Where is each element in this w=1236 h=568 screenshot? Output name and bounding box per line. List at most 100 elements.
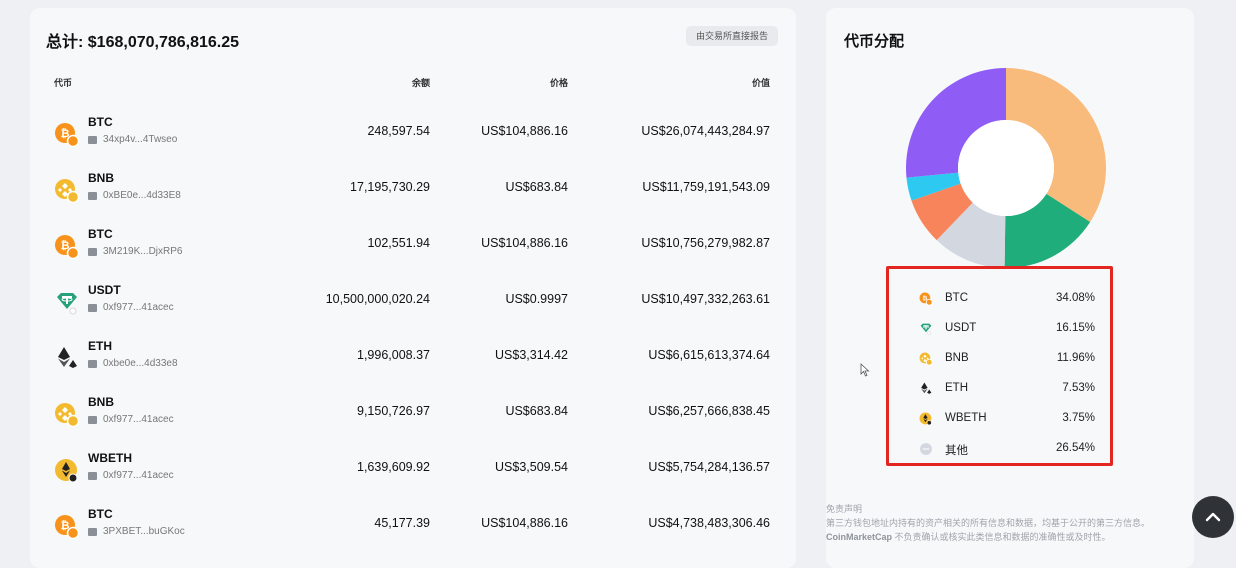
value-cell: US$11,759,191,543.09 xyxy=(642,180,770,194)
balance-cell: 45,177.39 xyxy=(374,516,430,530)
table-row[interactable]: ₿ BTC 34xp4v...4Twseo 248,597.54 US$104,886.… xyxy=(30,108,796,164)
legend-item[interactable]: ETH 7.53% xyxy=(919,379,1109,399)
value-cell: US$4,738,483,306.46 xyxy=(648,516,770,530)
legend-item[interactable]: USDT 16.15% xyxy=(919,319,1109,339)
legend-name: BTC xyxy=(945,292,968,304)
column-header-price[interactable]: 价格 xyxy=(550,76,568,89)
table-row[interactable]: ₿ BTC 3M219K...DjxRP6 102,551.94 US$104,886.… xyxy=(30,220,796,276)
donut-hole xyxy=(958,120,1054,216)
exchange-report-badge[interactable]: 由交易所直接报告 xyxy=(685,26,778,46)
value-cell: US$10,756,279,982.87 xyxy=(641,236,770,250)
wallet-icon xyxy=(88,527,97,536)
eth-icon xyxy=(919,382,933,396)
wallet-address-text: 3PXBET...buGKoc xyxy=(103,526,185,537)
price-cell: US$104,886.16 xyxy=(481,236,568,250)
wallet-address-text: 0xf977...41acec xyxy=(103,470,174,481)
wallet-address[interactable]: 3PXBET...buGKoc xyxy=(88,526,185,537)
balance-cell: 248,597.54 xyxy=(367,124,430,138)
wallet-address-text: 0xf977...41acec xyxy=(103,302,174,313)
table-row[interactable]: BNB 0xBE0e...4d33E8 17,195,730.29 US$683.84… xyxy=(30,164,796,220)
table-row[interactable]: USDT 0xf977...41acec 10,500,000,020.24 US$0… xyxy=(30,276,796,332)
legend-percent: 26.54% xyxy=(1055,442,1095,454)
bnb-icon xyxy=(54,178,80,204)
price-cell: US$683.84 xyxy=(505,180,568,194)
distribution-title: 代币分配 xyxy=(844,33,905,50)
coin-symbol[interactable]: ETH xyxy=(88,339,112,353)
wallet-address[interactable]: 3M219K...DjxRP6 xyxy=(88,246,182,257)
other-icon xyxy=(919,442,933,456)
legend-name: USDT xyxy=(945,322,977,334)
coin-symbol[interactable]: BTC xyxy=(88,227,113,241)
coin-symbol[interactable]: BNB xyxy=(88,171,114,185)
holdings-panel: 总计: $168,070,786,816.25 由交易所直接报告 代币 余额 价… xyxy=(30,8,796,568)
token-distribution-donut-chart xyxy=(906,68,1106,268)
value-cell: US$26,074,443,284.97 xyxy=(641,124,770,138)
legend-item[interactable]: WBETH 3.75% xyxy=(919,409,1109,429)
usdt-icon xyxy=(919,322,933,336)
eth-icon xyxy=(54,346,80,372)
table-row[interactable]: WBETH 0xf977...41acec 1,639,609.92 US$3,509… xyxy=(30,444,796,500)
wallet-address-text: 0xbe0e...4d33e8 xyxy=(103,358,178,369)
disclaimer-line-2-text: 不负责确认或核实此类信息和数据的准确性或及时性。 xyxy=(892,532,1111,542)
legend-percent: 11.96% xyxy=(1056,352,1095,364)
wallet-address-text: 0xf977...41acec xyxy=(103,414,174,425)
legend-item[interactable]: BNB 11.96% xyxy=(919,349,1109,369)
legend-name: BNB xyxy=(945,352,969,364)
balance-cell: 10,500,000,020.24 xyxy=(325,292,430,306)
legend-name: ETH xyxy=(945,382,968,394)
btc-icon: ₿ xyxy=(54,234,80,260)
bnb-icon xyxy=(919,352,933,366)
column-header-coin[interactable]: 代币 xyxy=(54,76,72,89)
coin-symbol[interactable]: WBETH xyxy=(88,451,132,465)
value-cell: US$6,257,666,838.45 xyxy=(648,404,770,418)
value-cell: US$6,615,613,374.64 xyxy=(648,348,770,362)
disclaimer-title: 免责声明 xyxy=(826,504,863,514)
legend-percent: 16.15% xyxy=(1055,322,1095,334)
balance-cell: 17,195,730.29 xyxy=(350,180,430,194)
disclaimer-line-1: 第三方钱包地址内持有的资产相关的所有信息和数据，均基于公开的第三方信息。 xyxy=(826,518,1151,528)
wallet-icon xyxy=(88,471,97,480)
legend-name: WBETH xyxy=(945,412,987,424)
column-header-balance[interactable]: 余额 xyxy=(412,76,430,89)
wallet-address[interactable]: 0xf977...41acec xyxy=(88,302,174,313)
table-row[interactable]: ₿ BTC 3PXBET...buGKoc 45,177.39 US$104,886.1… xyxy=(30,500,796,556)
legend-name: 其他 xyxy=(945,445,968,457)
table-row[interactable]: BNB 0xf977...41acec 9,150,726.97 US$683.84 U… xyxy=(30,388,796,444)
price-cell: US$3,314.42 xyxy=(495,348,568,362)
legend-percent: 7.53% xyxy=(1062,382,1095,394)
wallet-address[interactable]: 0xbe0e...4d33e8 xyxy=(88,358,178,369)
scroll-to-top-button[interactable] xyxy=(1192,496,1234,538)
btc-icon: ₿ xyxy=(919,292,933,306)
disclaimer-line-2: CoinMarketCap 不负责确认或核实此类信息和数据的准确性或及时性。 xyxy=(826,530,1186,544)
legend-percent: 34.08% xyxy=(1055,292,1095,304)
wbeth-icon xyxy=(919,412,933,426)
coin-symbol[interactable]: BTC xyxy=(88,115,113,129)
wallet-address-text: 34xp4v...4Twseo xyxy=(103,134,178,145)
disclaimer-brand: CoinMarketCap xyxy=(826,532,893,542)
disclaimer: 免责声明 第三方钱包地址内持有的资产相关的所有信息和数据，均基于公开的第三方信息… xyxy=(826,502,1186,544)
price-cell: US$0.9997 xyxy=(505,292,568,306)
distribution-legend-highlight: ₿ BTC 34.08% USDT 16.15% BNB 11.96% ETH 7.53% WBE… xyxy=(886,266,1113,466)
legend-item[interactable]: ₿ BTC 34.08% xyxy=(919,289,1109,309)
coin-symbol[interactable]: BTC xyxy=(88,507,113,521)
wallet-address[interactable]: 0xBE0e...4d33E8 xyxy=(88,190,181,201)
price-cell: US$104,886.16 xyxy=(481,124,568,138)
wallet-address-text: 3M219K...DjxRP6 xyxy=(103,246,183,257)
coin-symbol[interactable]: BNB xyxy=(88,395,114,409)
bnb-icon xyxy=(54,402,80,428)
btc-icon: ₿ xyxy=(54,514,80,540)
wallet-address[interactable]: 0xf977...41acec xyxy=(88,414,174,425)
wallet-address[interactable]: 34xp4v...4Twseo xyxy=(88,134,177,145)
coin-symbol[interactable]: USDT xyxy=(88,283,121,297)
column-header-value[interactable]: 价值 xyxy=(752,76,770,89)
table-row[interactable]: ETH 0xbe0e...4d33e8 1,996,008.37 US$3,314.4… xyxy=(30,332,796,388)
usdt-icon xyxy=(54,290,80,316)
balance-cell: 1,639,609.92 xyxy=(357,460,430,474)
balance-cell: 102,551.94 xyxy=(367,236,430,250)
wallet-address-text: 0xBE0e...4d33E8 xyxy=(103,190,181,201)
legend-item[interactable]: 其他 26.54% xyxy=(919,439,1109,459)
balance-cell: 9,150,726.97 xyxy=(357,404,430,418)
wallet-address[interactable]: 0xf977...41acec xyxy=(88,470,174,481)
distribution-panel: 代币分配 ₿ BTC 34.08% USDT 16.15% BNB 11.96% ETH 7.5… xyxy=(826,8,1194,568)
price-cell: US$3,509.54 xyxy=(495,460,568,474)
